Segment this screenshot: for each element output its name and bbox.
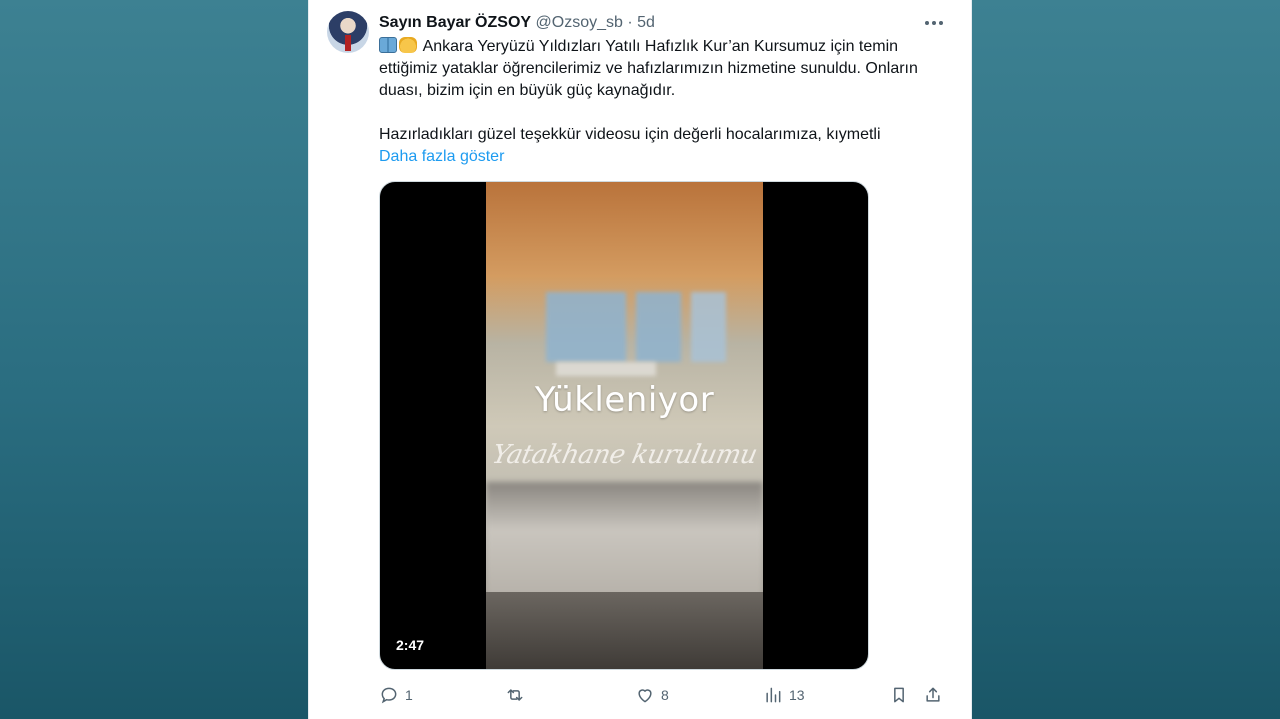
like-icon: [638, 689, 652, 703]
retweet-button[interactable]: [505, 682, 531, 708]
tweet-time[interactable]: 5d: [637, 14, 655, 31]
background-left: [0, 0, 308, 719]
open-book-emoji: [379, 37, 397, 53]
loading-label: Yükleniyor: [534, 380, 715, 420]
bookmark-button[interactable]: [889, 682, 909, 708]
show-more-link[interactable]: Daha fazla göster: [379, 148, 504, 165]
bookmark-icon: [894, 687, 904, 703]
avatar[interactable]: [327, 11, 369, 53]
share-button[interactable]: [923, 682, 943, 708]
video-player[interactable]: Yükleniyor Yatakhane kurulumu 2:47: [379, 181, 869, 670]
tweet-text: Ankara Yeryüzü Yıldızları Yatılı Hafızlı…: [379, 36, 949, 168]
share-icon: [926, 687, 940, 702]
reply-count: 1: [405, 687, 413, 703]
views-icon: [766, 687, 781, 703]
video-overlay-caption: Yatakhane kurulumu: [489, 440, 760, 470]
author-name[interactable]: Sayın Bayar ÖZSOY: [379, 14, 531, 31]
action-bar: 1 8 13: [379, 682, 949, 708]
separator-dot: ·: [627, 14, 633, 31]
video-frame[interactable]: Yükleniyor Yatakhane kurulumu: [486, 182, 763, 669]
like-button[interactable]: 8: [635, 682, 669, 708]
reply-button[interactable]: 1: [379, 682, 413, 708]
raising-hands-emoji: [399, 37, 417, 53]
reply-icon: [381, 687, 397, 704]
tweet-header: Sayın Bayar ÖZSOY @Ozsoy_sb · 5d: [379, 12, 951, 34]
background-right: [972, 0, 1280, 719]
tweet-card[interactable]: Sayın Bayar ÖZSOY @Ozsoy_sb · 5d Ankara …: [308, 0, 972, 719]
retweet-icon: [507, 689, 523, 701]
like-count: 8: [661, 687, 669, 703]
author-handle[interactable]: @Ozsoy_sb: [536, 14, 623, 31]
tweet-paragraph-2: Hazırladıkları güzel teşekkür videosu iç…: [379, 126, 881, 143]
more-icon[interactable]: [921, 12, 947, 34]
tweet-paragraph-1: Ankara Yeryüzü Yıldızları Yatılı Hafızlı…: [379, 38, 918, 99]
views-button[interactable]: 13: [763, 682, 805, 708]
video-duration: 2:47: [396, 637, 425, 653]
views-count: 13: [789, 687, 805, 703]
